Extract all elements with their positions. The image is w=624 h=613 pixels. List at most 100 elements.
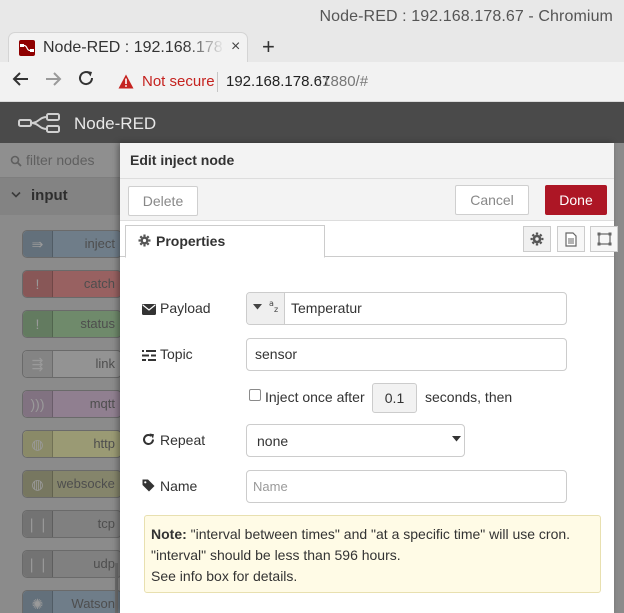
payload-input[interactable]: az Temperatur [246,292,567,325]
warning-triangle-icon[interactable] [118,74,134,94]
exclamation-icon: ! [23,311,53,337]
node-palette: filter nodes input ⇛ inject ! catch ! st… [0,143,120,613]
app-header: Node-RED [0,102,624,143]
tray-title: Edit inject node [130,152,235,168]
tab-properties-label: Properties [156,233,226,249]
payload-type-selector[interactable]: az [247,293,285,324]
edit-tray: Edit inject node Delete Cancel Done Prop… [120,143,618,613]
tab-title-fade [185,36,225,60]
back-arrow-icon[interactable] [12,70,30,94]
watson-icon: ✺ [23,591,53,613]
repeat-select[interactable]: none [246,424,465,457]
palette-node-label: catch [83,276,115,291]
inject-once-suffix: seconds, then [425,389,513,405]
new-tab-button[interactable]: + [262,34,275,60]
tab-strip: Node-RED : 192.168.178.67 × + [0,32,624,62]
node-red-logo-icon [18,113,64,138]
palette-node-websocket[interactable]: ◍ websocket [22,470,120,498]
payload-value[interactable]: Temperatur [291,300,362,316]
tray-header: Edit inject node [120,143,614,179]
palette-scrollbar[interactable] [115,563,118,613]
tray-toolbar: Delete Cancel Done [120,179,614,221]
reload-icon[interactable] [77,69,95,93]
description-file-icon[interactable] [557,226,585,252]
exclamation-icon: ! [23,271,53,297]
palette-node-label: link [95,356,115,371]
palette-node-label: Watson [71,596,115,611]
payload-label: Payload [160,300,211,316]
arrow-right-icon: ⇛ [23,231,53,257]
palette-node-label: udp [93,556,115,571]
editor-tabs: Properties [120,221,618,258]
palette-node-http[interactable]: ◍ http [22,430,120,458]
globe-icon: ◍ [23,471,53,497]
caret-down-icon [452,434,461,444]
browser-tab[interactable]: Node-RED : 192.168.178.67 × [8,32,248,62]
delete-button[interactable]: Delete [128,186,198,216]
repeat-label: Repeat [160,432,206,448]
palette-node-label: inject [84,236,115,251]
tasks-list-icon [142,348,156,366]
globe-icon: ◍ [23,431,53,457]
browser-toolbar: Not secure 192.168.178.67 :1880/# [0,62,624,102]
string-type-icon: az [269,299,280,316]
name-placeholder[interactable]: Name [253,479,288,494]
topic-value[interactable]: sensor [255,346,297,362]
forward-arrow-icon[interactable] [44,70,62,94]
app-title: Node-RED [74,114,157,133]
palette-filter[interactable]: filter nodes [0,143,120,178]
repeat-icon [142,433,155,451]
cancel-button[interactable]: Cancel [455,185,529,215]
palette-node-link[interactable]: ⇶ link [22,350,120,378]
chevron-down-icon [11,190,21,202]
palette-node-catch[interactable]: ! catch [22,270,120,298]
settings-tab-icon[interactable] [523,226,551,252]
cron-note: Note: "interval between times" and "at a… [144,515,601,593]
tag-icon [142,479,155,497]
note-line-3: See info box for details. [151,568,298,584]
signal-icon: ))) [23,391,53,417]
window-titlebar: Node-RED : 192.168.178.67 - Chromium [0,0,624,32]
bridge-icon: ❘❘ [23,551,53,577]
workspace-overlay [614,143,624,613]
palette-node-status[interactable]: ! status [22,310,120,338]
bridge-icon: ❘❘ [23,511,53,537]
tab-close-icon[interactable]: × [231,38,240,56]
palette-filter-input[interactable]: filter nodes [26,152,94,168]
palette-node-udp[interactable]: ❘❘ udp [22,550,120,578]
topic-input[interactable]: sensor [246,338,567,371]
palette-node-mqtt[interactable]: ))) mqtt [22,390,120,418]
done-button[interactable]: Done [545,185,607,215]
envelope-icon [142,302,156,320]
inject-once-checkbox[interactable] [249,389,261,401]
palette-node-label: websocket [57,476,115,491]
url-host[interactable]: 192.168.178.67 [226,73,330,90]
palette-node-tcp[interactable]: ❘❘ tcp [22,510,120,538]
name-input[interactable]: Name [246,470,567,503]
palette-node-label: tcp [97,516,115,531]
palette-category-input[interactable]: input [0,178,120,215]
palette-node-inject[interactable]: ⇛ inject [22,230,120,258]
appearance-frame-icon[interactable] [590,226,618,252]
svg-text:z: z [274,305,278,313]
link-icon: ⇶ [23,351,53,377]
security-status[interactable]: Not secure [142,73,215,90]
name-label: Name [160,478,198,494]
note-line-1-text: "interval between times" and "at a speci… [186,526,571,542]
palette-node-label: status [80,316,115,331]
node-red-favicon-icon [19,40,35,56]
note-line-1: Note: "interval between times" and "at a… [151,526,570,542]
palette-node-label: mqtt [89,396,115,411]
inject-once-delay-input[interactable]: 0.1 [372,383,417,413]
url-path[interactable]: :1880/# [318,73,368,90]
note-line-2: "interval" should be less than 596 hours… [151,547,401,563]
tab-properties[interactable]: Properties [125,225,325,258]
gear-icon [138,234,151,252]
palette-node-label: http [93,436,115,451]
caret-down-icon [253,302,262,312]
palette-node-watson[interactable]: ✺ Watson [22,590,120,613]
url-divider [217,72,218,92]
topic-label: Topic [160,346,193,362]
window-title: Node-RED : 192.168.178.67 - Chromium [319,8,613,25]
note-bold: Note: [151,526,187,542]
